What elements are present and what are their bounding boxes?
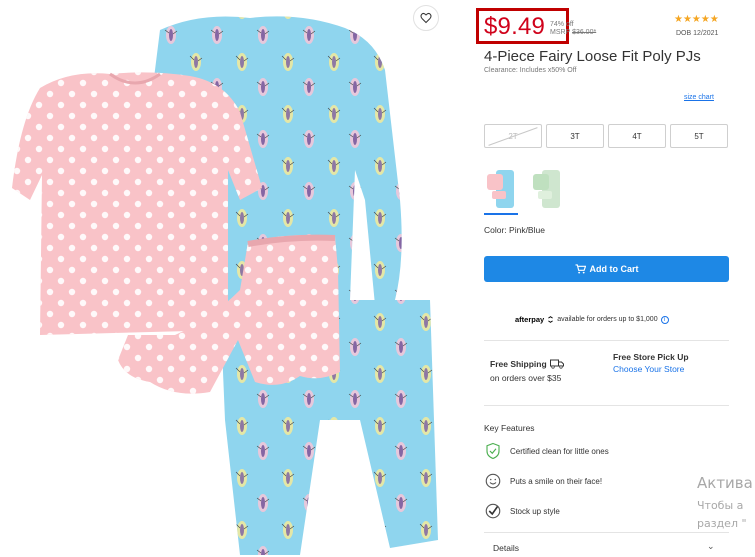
size-option-4t[interactable]: 4T (608, 124, 666, 148)
size-option-5t[interactable]: 5T (670, 124, 728, 148)
clearance-note: Clearance: Includes x50% Off (484, 67, 577, 74)
msrp-label: MSRP $36.00* (550, 29, 596, 37)
key-features-title: Key Features (484, 423, 535, 433)
size-label: 2T (508, 131, 518, 141)
selected-color-label: Color: Pink/Blue (484, 225, 545, 235)
feature-item: Stock up style (484, 502, 560, 520)
afterpay-info: afterpay available for orders up to $1,0… (515, 315, 669, 324)
free-shipping-label: Free Shipping (490, 359, 547, 369)
discount-label: 74% off (550, 21, 574, 28)
afterpay-text: available for orders up to $1,000 (557, 316, 658, 323)
size-label: 3T (570, 131, 580, 141)
heart-icon (420, 12, 432, 24)
feature-text: Puts a smile on their face! (510, 476, 603, 486)
smile-icon (484, 472, 502, 490)
swatch-thumbnail (533, 170, 560, 208)
color-swatch-pink-blue[interactable] (484, 166, 518, 215)
leaf-shield-icon (484, 442, 502, 460)
afterpay-logo: afterpay (515, 315, 545, 324)
dob-label: DOB 12/2021 (676, 30, 719, 37)
size-label: 4T (632, 131, 642, 141)
divider (484, 340, 729, 341)
feature-text: Certified clean for little ones (510, 446, 609, 456)
feature-item: Certified clean for little ones (484, 442, 609, 460)
details-accordion[interactable]: Details (493, 543, 519, 553)
truck-icon (549, 359, 564, 369)
activation-watermark-title: Актива (697, 474, 753, 492)
size-chart-link[interactable]: size chart (684, 94, 714, 101)
size-option-3t[interactable]: 3T (546, 124, 604, 148)
favorite-button[interactable] (413, 5, 439, 31)
info-icon[interactable]: i (660, 315, 669, 324)
add-to-cart-button[interactable]: Add to Cart (484, 256, 729, 282)
cart-icon (575, 264, 586, 274)
afterpay-arrows-icon (548, 316, 554, 323)
check-icon (484, 502, 502, 520)
size-label: 5T (694, 131, 704, 141)
activation-watermark-line: раздел " (697, 517, 747, 530)
product-image (0, 0, 450, 557)
swatch-thumbnail (487, 170, 514, 208)
price: $9.49 (484, 13, 546, 40)
free-shipping-condition: on orders over $35 (490, 373, 562, 383)
choose-store-link[interactable]: Choose Your Store (613, 364, 684, 374)
divider (484, 405, 729, 406)
add-to-cart-label: Add to Cart (589, 264, 639, 274)
chevron-down-icon[interactable]: ⌄ (707, 541, 715, 552)
msrp-text: MSRP (550, 29, 571, 36)
free-shipping-title: Free Shipping (490, 359, 564, 369)
product-title: 4-Piece Fairy Loose Fit Poly PJs (484, 48, 701, 65)
pajama-illustration (12, 16, 438, 555)
msrp-value: $36.00* (572, 29, 597, 36)
feature-item: Puts a smile on their face! (484, 472, 602, 490)
rating-stars[interactable]: ★★★★★ (674, 14, 719, 25)
activation-watermark-line: Чтобы а (697, 499, 744, 512)
size-option-2t[interactable]: 2T (484, 124, 542, 148)
color-swatch-green[interactable] (530, 166, 564, 212)
divider (484, 532, 729, 533)
store-pickup-title: Free Store Pick Up (613, 352, 689, 362)
feature-text: Stock up style (510, 506, 560, 516)
